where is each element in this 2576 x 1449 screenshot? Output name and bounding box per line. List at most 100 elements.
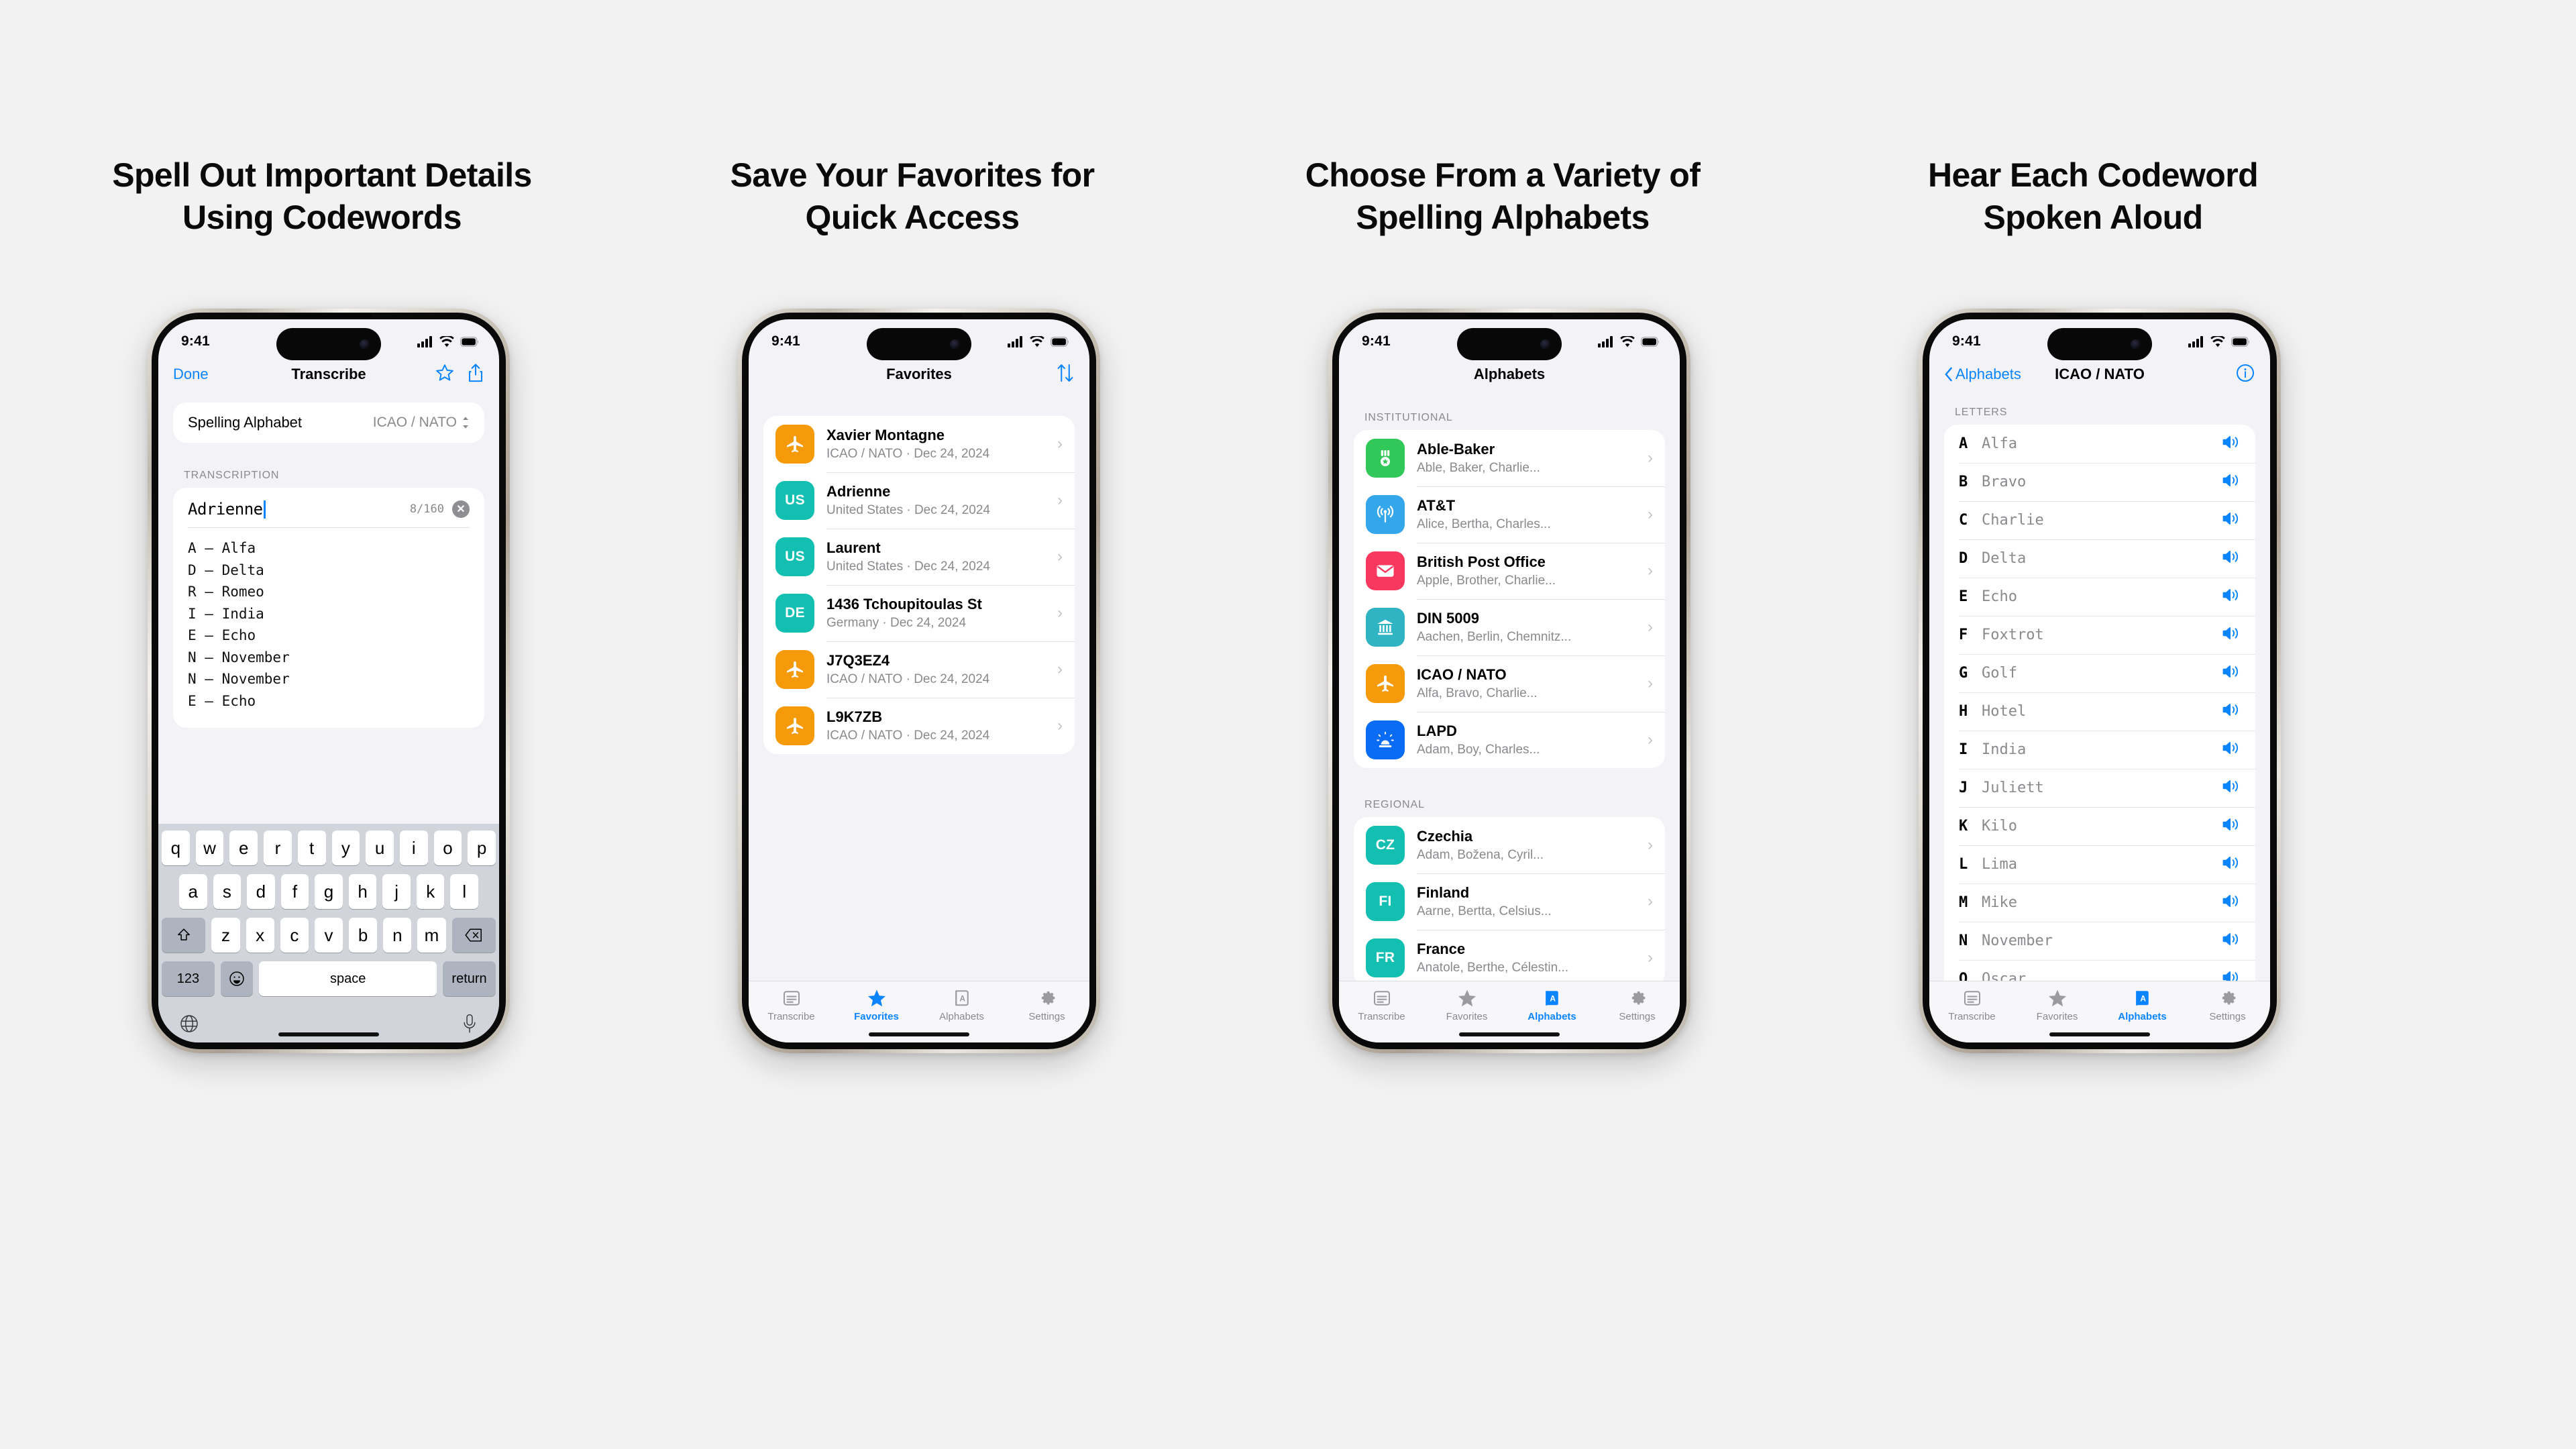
list-item[interactable]: FR France Anatole, Berthe, Célestin... › [1354,930,1665,986]
key-q[interactable]: q [161,830,190,865]
key-i[interactable]: i [399,830,428,865]
tab-alphabets[interactable]: A Alphabets [1509,988,1595,1022]
tab-settings[interactable]: Settings [1004,988,1089,1022]
key-c[interactable]: c [280,918,309,953]
letter-row[interactable]: B Bravo [1944,463,2255,501]
key-o[interactable]: o [433,830,462,865]
letter-row[interactable]: C Charlie [1944,501,2255,539]
tab-favorites[interactable]: Favorites [1424,988,1509,1022]
sort-arrows-icon[interactable] [1056,363,1075,386]
list-item[interactable]: DIN 5009 Aachen, Berlin, Chemnitz... › [1354,599,1665,655]
key-g[interactable]: g [315,874,343,909]
list-item[interactable]: AT&T Alice, Bertha, Charles... › [1354,486,1665,543]
key-y[interactable]: y [331,830,360,865]
key-f[interactable]: f [280,874,309,909]
key-d[interactable]: d [247,874,275,909]
list-item[interactable]: CZ Czechia Adam, Božena, Cyril... › [1354,817,1665,873]
list-item[interactable]: British Post Office Apple, Brother, Char… [1354,543,1665,599]
numbers-key[interactable]: 123 [162,961,215,996]
key-e[interactable]: e [229,830,258,865]
speaker-icon[interactable] [2222,511,2241,530]
list-item[interactable]: Able-Baker Able, Baker, Charlie... › [1354,430,1665,486]
speaker-icon[interactable] [2222,778,2241,798]
tab-transcribe[interactable]: Transcribe [749,988,834,1022]
transcription-input[interactable]: Adrienne [188,500,266,519]
key-m[interactable]: m [417,918,446,953]
character-counter: 8/160 [409,502,444,516]
letter-row[interactable]: I India [1944,731,2255,769]
tab-label: Settings [2209,1011,2246,1022]
key-r[interactable]: r [264,830,292,865]
list-item[interactable]: L9K7ZB ICAO / NATO · Dec 24, 2024 › [763,698,1075,754]
speaker-icon[interactable] [2222,816,2241,836]
key-k[interactable]: k [416,874,445,909]
speaker-icon[interactable] [2222,625,2241,645]
letter-row[interactable]: N November [1944,922,2255,960]
list-item[interactable]: US Laurent United States · Dec 24, 2024 … [763,529,1075,585]
key-w[interactable]: w [195,830,224,865]
tab-alphabets[interactable]: A Alphabets [2100,988,2185,1022]
speaker-icon[interactable] [2222,702,2241,721]
tab-settings[interactable]: Settings [2185,988,2270,1022]
clear-circle-icon[interactable]: ✕ [452,500,470,518]
speaker-icon[interactable] [2222,434,2241,453]
back-button[interactable]: Alphabets [1944,366,2021,383]
list-item[interactable]: J7Q3EZ4 ICAO / NATO · Dec 24, 2024 › [763,641,1075,698]
speaker-icon[interactable] [2222,893,2241,912]
share-icon[interactable] [467,363,484,386]
key-u[interactable]: u [366,830,394,865]
speaker-icon[interactable] [2222,587,2241,606]
key-n[interactable]: n [383,918,412,953]
speaker-icon[interactable] [2222,740,2241,759]
key-a[interactable]: a [178,874,207,909]
letter-row[interactable]: G Golf [1944,654,2255,692]
letter-row[interactable]: L Lima [1944,845,2255,883]
key-s[interactable]: s [213,874,241,909]
key-h[interactable]: h [348,874,377,909]
letter-row[interactable]: J Juliett [1944,769,2255,807]
key-v[interactable]: v [314,918,343,953]
microphone-icon[interactable] [461,1014,478,1037]
letter-row[interactable]: H Hotel [1944,692,2255,731]
done-button[interactable]: Done [173,366,209,383]
list-item[interactable]: LAPD Adam, Boy, Charles... › [1354,712,1665,768]
emoji-icon[interactable] [220,961,254,996]
list-item[interactable]: US Adrienne United States · Dec 24, 2024… [763,472,1075,529]
speaker-icon[interactable] [2222,472,2241,492]
tab-favorites[interactable]: Favorites [834,988,919,1022]
letter-row[interactable]: A Alfa [1944,425,2255,463]
tab-transcribe[interactable]: Transcribe [1339,988,1424,1022]
info-circle-icon[interactable] [2235,363,2255,386]
letter-row[interactable]: M Mike [1944,883,2255,922]
speaker-icon[interactable] [2222,931,2241,951]
list-item[interactable]: ICAO / NATO Alfa, Bravo, Charlie... › [1354,655,1665,712]
tab-favorites[interactable]: Favorites [2015,988,2100,1022]
letter-row[interactable]: F Foxtrot [1944,616,2255,654]
key-z[interactable]: z [211,918,240,953]
tab-alphabets[interactable]: A Alphabets [919,988,1004,1022]
key-l[interactable]: l [450,874,479,909]
speaker-icon[interactable] [2222,663,2241,683]
list-item[interactable]: DE 1436 Tchoupitoulas St Germany · Dec 2… [763,585,1075,641]
letter-row[interactable]: E Echo [1944,578,2255,616]
key-x[interactable]: x [246,918,274,953]
space-key[interactable]: space [259,961,437,996]
letter-row[interactable]: D Delta [1944,539,2255,578]
list-item[interactable]: FI Finland Aarne, Bertta, Celsius... › [1354,873,1665,930]
speaker-icon[interactable] [2222,855,2241,874]
letter-row[interactable]: K Kilo [1944,807,2255,845]
list-item[interactable]: Xavier Montagne ICAO / NATO · Dec 24, 20… [763,416,1075,472]
globe-icon[interactable] [179,1014,199,1037]
shift-icon[interactable] [162,918,206,953]
tab-transcribe[interactable]: Transcribe [1929,988,2015,1022]
key-j[interactable]: j [382,874,411,909]
return-key[interactable]: return [443,961,496,996]
key-p[interactable]: p [468,830,496,865]
speaker-icon[interactable] [2222,549,2241,568]
tab-settings[interactable]: Settings [1595,988,1680,1022]
backspace-icon[interactable] [451,918,496,953]
key-t[interactable]: t [297,830,326,865]
star-outline-icon[interactable] [435,363,455,386]
key-b[interactable]: b [349,918,378,953]
spelling-alphabet-picker[interactable]: Spelling Alphabet ICAO / NATO [173,402,484,443]
